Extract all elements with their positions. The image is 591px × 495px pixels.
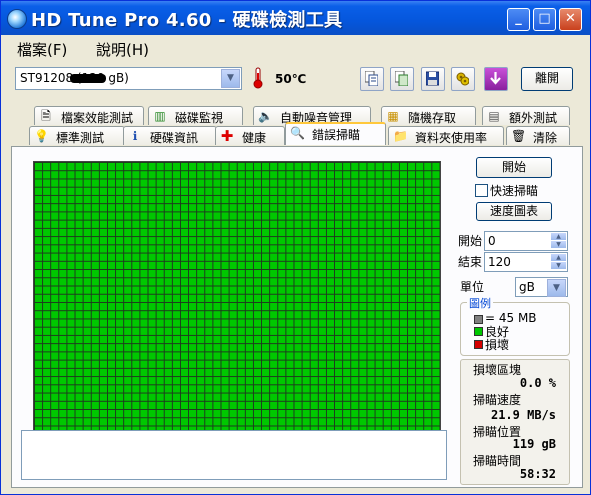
start-position-stepper[interactable]: 0 ▲ ▼ [484, 231, 568, 251]
tab-label: 錯誤掃瞄 [312, 128, 361, 142]
tab-disk-monitor[interactable]: ▥ 磁碟監視 [148, 106, 243, 125]
scan-log-box [21, 430, 447, 480]
tab-health[interactable]: ✚ 健康 [215, 126, 285, 145]
app-icon [7, 9, 27, 29]
lightbulb-icon: 💡 [34, 129, 49, 143]
scan-time-value: 58:32 [519, 467, 556, 481]
spin-down-icon[interactable]: ▼ [551, 241, 566, 248]
file-benchmark-icon: 🗎 [41, 109, 51, 123]
redaction-mark [70, 74, 106, 83]
save-button[interactable] [421, 67, 445, 91]
tab-label: 健康 [242, 131, 267, 145]
random-access-icon: ▦ [387, 109, 399, 123]
close-button[interactable]: ✕ [559, 8, 582, 31]
maximize-button[interactable]: □ [533, 8, 556, 31]
tab-label: 清除 [533, 131, 558, 145]
download-icon [490, 72, 501, 85]
legend-swatch-block-size [474, 315, 483, 324]
tab-disk-info[interactable]: ℹ 硬碟資訊 [123, 126, 217, 145]
magnifier-icon: 🔍 [290, 126, 305, 140]
drive-select[interactable]: ST91208 (120 gB) ▼ [15, 67, 242, 90]
save-icon [426, 71, 439, 86]
legend-title: 圖例 [467, 295, 493, 311]
tab-extra-tests[interactable]: ▤ 額外測試 [482, 106, 570, 125]
title-bar[interactable]: HD Tune Pro 4.60 - 硬碟檢測工具 _ □ ✕ [1, 1, 590, 35]
speaker-icon: 🔈 [258, 109, 273, 123]
start-scan-button[interactable]: 開始 [476, 157, 552, 178]
scan-speed-value: 21.9 MB/s [490, 408, 556, 422]
unit-select[interactable]: gB ▼ [515, 277, 568, 297]
start-position-value: 0 [488, 234, 496, 248]
menu-file[interactable]: 檔案(F) [17, 39, 67, 60]
scan-speed-label: 掃瞄速度 [473, 393, 522, 407]
damaged-blocks-label: 損壞區塊 [473, 363, 522, 377]
tab-label: 磁碟監視 [175, 111, 224, 125]
exit-button[interactable]: 離開 [521, 67, 573, 91]
main-window: HD Tune Pro 4.60 - 硬碟檢測工具 _ □ ✕ 檔案(F) 說明… [0, 0, 591, 495]
window-title: HD Tune Pro 4.60 - 硬碟檢測工具 [31, 10, 343, 31]
extra-tests-icon: ▤ [488, 109, 500, 123]
settings-icon [456, 72, 469, 86]
legend-damaged: 損壞 [485, 338, 510, 352]
tab-label: 額外測試 [509, 111, 558, 125]
temperature-readout: 50℃ [275, 72, 307, 86]
damaged-blocks-value: 0.0 % [519, 376, 556, 390]
spin-down-icon[interactable]: ▼ [551, 262, 566, 269]
tab-file-benchmark[interactable]: 🗎 檔案效能測試 [34, 106, 144, 125]
minimize-button[interactable]: _ [507, 8, 530, 31]
scan-position-value: 119 gB [512, 437, 556, 451]
unit-value: gB [519, 280, 535, 294]
unit-label: 單位 [460, 280, 485, 294]
scan-time-label: 掃瞄時間 [473, 454, 522, 468]
folder-icon: 📁 [393, 129, 408, 143]
tab-label: 隨機存取 [408, 111, 457, 125]
info-icon: ℹ [132, 129, 138, 143]
tab-label: 硬碟資訊 [150, 131, 199, 145]
menu-help[interactable]: 說明(H) [96, 39, 149, 60]
tab-label: 資料夾使用率 [415, 131, 488, 145]
settings-button[interactable] [451, 67, 475, 91]
quick-scan-label: 快速掃瞄 [490, 184, 539, 198]
thermometer-icon [253, 67, 263, 89]
tab-erase[interactable]: 🗑 清除 [506, 126, 570, 145]
quick-scan-checkbox[interactable] [475, 184, 488, 197]
tab-label: 標準測試 [56, 131, 105, 145]
end-position-label: 結束 [458, 255, 483, 269]
spin-up-icon[interactable]: ▲ [551, 254, 566, 261]
copy-text-button[interactable] [360, 67, 384, 91]
spin-up-icon[interactable]: ▲ [551, 233, 566, 240]
end-position-stepper[interactable]: 120 ▲ ▼ [484, 252, 568, 272]
tab-label: 檔案效能測試 [61, 111, 134, 125]
copy-screen-button[interactable] [390, 67, 414, 91]
chevron-down-icon[interactable]: ▼ [547, 279, 566, 297]
disk-monitor-icon: ▥ [154, 109, 166, 123]
speed-map-button[interactable]: 速度圖表 [476, 202, 552, 221]
menu-bar: 檔案(F) 說明(H) [1, 36, 590, 60]
trash-icon: 🗑 [511, 129, 527, 143]
tab-folder-usage[interactable]: 📁 資料夾使用率 [388, 126, 504, 145]
scan-block-grid [33, 161, 441, 443]
legend-swatch-damaged [474, 340, 483, 349]
download-button[interactable] [484, 67, 508, 91]
copy-text-icon [365, 71, 378, 86]
tab-benchmark[interactable]: 💡 標準測試 [29, 126, 125, 145]
legend-swatch-ok [474, 327, 483, 336]
copy-screen-icon [395, 71, 408, 86]
health-cross-icon: ✚ [220, 127, 234, 145]
end-position-value: 120 [488, 255, 511, 269]
tab-error-scan[interactable]: 🔍 錯誤掃瞄 [285, 122, 386, 145]
start-position-label: 開始 [458, 234, 483, 248]
tab-random-access[interactable]: ▦ 隨機存取 [381, 106, 476, 125]
chevron-down-icon[interactable]: ▼ [221, 69, 240, 88]
